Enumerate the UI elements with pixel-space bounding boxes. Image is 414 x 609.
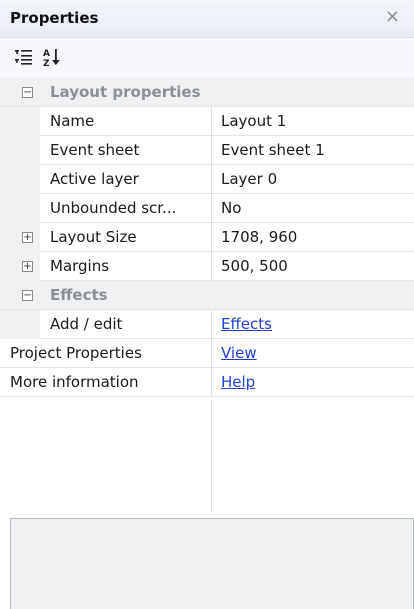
column-divider <box>211 107 212 136</box>
property-row-active-layer[interactable]: Active layer Layer 0 <box>0 165 414 194</box>
properties-panel: Properties × A Z − Layout properties Nam… <box>0 0 414 609</box>
column-divider <box>211 223 212 252</box>
column-divider <box>211 252 212 281</box>
categorized-icon[interactable] <box>12 45 36 69</box>
collapse-icon[interactable]: − <box>22 290 33 301</box>
column-divider <box>211 136 212 165</box>
property-value[interactable]: No <box>221 199 411 217</box>
column-divider <box>211 368 212 397</box>
property-value[interactable]: 500, 500 <box>221 257 411 275</box>
close-icon[interactable]: × <box>385 6 400 27</box>
sort-az-icon[interactable]: A Z <box>40 45 64 69</box>
property-name: Project Properties <box>10 344 142 362</box>
property-row-name[interactable]: Name Layout 1 <box>0 107 414 136</box>
panel-title: Properties <box>10 9 99 27</box>
column-divider <box>211 165 212 194</box>
property-row-unbounded-scrolling[interactable]: Unbounded scr... No <box>0 194 414 223</box>
property-row-add-edit[interactable]: Add / edit Effects <box>0 310 414 339</box>
column-divider <box>211 310 212 339</box>
row-gutter <box>0 223 40 252</box>
property-value[interactable]: Event sheet 1 <box>221 141 411 159</box>
row-gutter <box>0 165 40 194</box>
property-value[interactable]: 1708, 960 <box>221 228 411 246</box>
description-pane <box>10 518 414 609</box>
view-link[interactable]: View <box>221 344 411 362</box>
property-row-more-information[interactable]: More information Help <box>0 368 414 397</box>
svg-text:Z: Z <box>43 59 50 69</box>
property-row-project-properties[interactable]: Project Properties View <box>0 339 414 368</box>
category-label: Effects <box>50 286 108 304</box>
property-name: Add / edit <box>50 315 123 333</box>
expand-icon[interactable]: + <box>22 261 33 272</box>
help-link[interactable]: Help <box>221 373 411 391</box>
effects-link[interactable]: Effects <box>221 315 411 333</box>
property-name: More information <box>10 373 139 391</box>
property-row-layout-size[interactable]: + Layout Size 1708, 960 <box>0 223 414 252</box>
collapse-icon[interactable]: − <box>22 87 33 98</box>
property-name: Layout Size <box>50 228 137 246</box>
property-row-event-sheet[interactable]: Event sheet Event sheet 1 <box>0 136 414 165</box>
column-divider <box>211 194 212 223</box>
property-name: Event sheet <box>50 141 140 159</box>
category-row-layout-properties[interactable]: − Layout properties <box>0 78 414 107</box>
property-name: Name <box>50 112 95 130</box>
column-divider <box>211 339 212 368</box>
row-gutter <box>0 107 40 136</box>
row-gutter <box>0 310 40 339</box>
category-row-effects[interactable]: − Effects <box>0 281 414 310</box>
properties-toolbar: A Z <box>0 38 414 78</box>
category-label: Layout properties <box>50 83 201 101</box>
grid-empty-area <box>0 400 414 512</box>
property-name: Unbounded scr... <box>50 199 177 217</box>
row-gutter <box>0 194 40 223</box>
property-name: Active layer <box>50 170 139 188</box>
property-value[interactable]: Layout 1 <box>221 112 411 130</box>
row-gutter <box>0 136 40 165</box>
row-gutter <box>0 252 40 281</box>
expand-icon[interactable]: + <box>22 232 33 243</box>
panel-titlebar: Properties × <box>0 0 414 38</box>
property-row-margins[interactable]: + Margins 500, 500 <box>0 252 414 281</box>
property-name: Margins <box>50 257 110 275</box>
property-value[interactable]: Layer 0 <box>221 170 411 188</box>
svg-text:A: A <box>43 49 50 59</box>
column-divider <box>211 400 212 512</box>
